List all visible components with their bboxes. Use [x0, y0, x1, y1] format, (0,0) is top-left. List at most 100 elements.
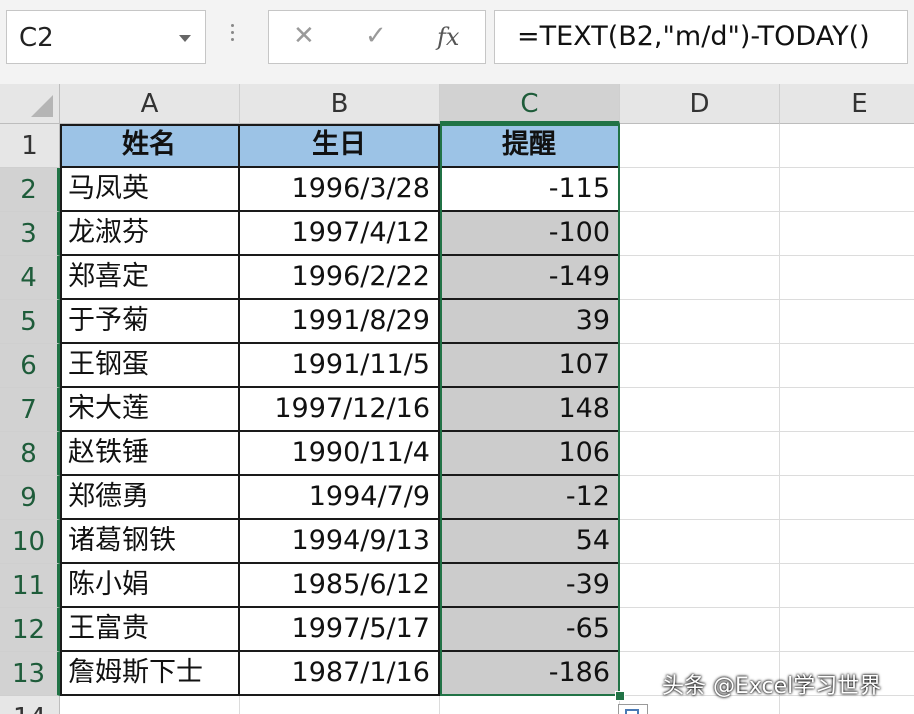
row-header-5[interactable]: 5 [0, 300, 60, 344]
quick-analysis-icon[interactable] [618, 704, 648, 714]
more-options-icon[interactable] [231, 24, 235, 45]
cell-d1[interactable] [620, 124, 780, 168]
row-header-13[interactable]: 13 [0, 652, 60, 696]
cell-e3[interactable] [780, 212, 914, 256]
cell-a8[interactable]: 赵铁锤 [60, 432, 240, 476]
cell-b5[interactable]: 1991/8/29 [240, 300, 440, 344]
cell-a11[interactable]: 陈小娟 [60, 564, 240, 608]
column-header-c[interactable]: C [440, 84, 620, 124]
select-all-button[interactable] [0, 84, 60, 124]
cell-d4[interactable] [620, 256, 780, 300]
cell-a13[interactable]: 詹姆斯下士 [60, 652, 240, 696]
cell-c9[interactable]: -12 [440, 476, 620, 520]
cell-b13[interactable]: 1987/1/16 [240, 652, 440, 696]
cell-c11[interactable]: -39 [440, 564, 620, 608]
row-header-12[interactable]: 12 [0, 608, 60, 652]
cell-e4[interactable] [780, 256, 914, 300]
cell-b2[interactable]: 1996/3/28 [240, 168, 440, 212]
cell-c3[interactable]: -100 [440, 212, 620, 256]
row-header-10[interactable]: 10 [0, 520, 60, 564]
cell-c14[interactable] [440, 696, 620, 714]
cell-e6[interactable] [780, 344, 914, 388]
cell-e10[interactable] [780, 520, 914, 564]
enter-icon[interactable]: ✓ [365, 21, 387, 51]
cell-b4[interactable]: 1996/2/22 [240, 256, 440, 300]
cell-b10[interactable]: 1994/9/13 [240, 520, 440, 564]
cell-d6[interactable] [620, 344, 780, 388]
spreadsheet-grid: ABCDE1234567891011121314姓名生日提醒马凤英1996/3/… [0, 84, 914, 714]
insert-function-icon[interactable]: fx [437, 23, 459, 51]
row-header-11[interactable]: 11 [0, 564, 60, 608]
cell-b8[interactable]: 1990/11/4 [240, 432, 440, 476]
name-box-value: C2 [19, 23, 54, 53]
row-header-14[interactable]: 14 [0, 696, 60, 714]
cell-a3[interactable]: 龙淑芬 [60, 212, 240, 256]
cell-b11[interactable]: 1985/6/12 [240, 564, 440, 608]
cell-d8[interactable] [620, 432, 780, 476]
row-header-9[interactable]: 9 [0, 476, 60, 520]
cell-d10[interactable] [620, 520, 780, 564]
cell-c5[interactable]: 39 [440, 300, 620, 344]
cell-c2[interactable]: -115 [440, 168, 620, 212]
fill-handle[interactable] [615, 691, 625, 701]
cell-b14[interactable] [240, 696, 440, 714]
cell-c7[interactable]: 148 [440, 388, 620, 432]
cell-e12[interactable] [780, 608, 914, 652]
chevron-down-icon[interactable] [179, 35, 191, 42]
row-header-1[interactable]: 1 [0, 124, 60, 168]
cell-d3[interactable] [620, 212, 780, 256]
column-header-d[interactable]: D [620, 84, 780, 124]
cell-b12[interactable]: 1997/5/17 [240, 608, 440, 652]
column-header-a[interactable]: A [60, 84, 240, 124]
cell-e1[interactable] [780, 124, 914, 168]
column-header-b[interactable]: B [240, 84, 440, 124]
cell-c8[interactable]: 106 [440, 432, 620, 476]
cell-a12[interactable]: 王富贵 [60, 608, 240, 652]
cell-a5[interactable]: 于予菊 [60, 300, 240, 344]
formula-text: =TEXT(B2,"m/d")-TODAY() [517, 21, 870, 52]
formula-buttons: ✕ ✓ fx [268, 10, 486, 64]
cell-b1[interactable]: 生日 [240, 124, 440, 168]
row-header-2[interactable]: 2 [0, 168, 60, 212]
cell-d11[interactable] [620, 564, 780, 608]
cell-c13[interactable]: -186 [440, 652, 620, 696]
cell-e2[interactable] [780, 168, 914, 212]
cell-b3[interactable]: 1997/4/12 [240, 212, 440, 256]
cell-d2[interactable] [620, 168, 780, 212]
cell-e8[interactable] [780, 432, 914, 476]
cell-a6[interactable]: 王钢蛋 [60, 344, 240, 388]
cell-b6[interactable]: 1991/11/5 [240, 344, 440, 388]
watermark: 头条 @Excel学习世界 [662, 674, 882, 699]
cell-b9[interactable]: 1994/7/9 [240, 476, 440, 520]
cell-a14[interactable] [60, 696, 240, 714]
row-header-6[interactable]: 6 [0, 344, 60, 388]
cell-a4[interactable]: 郑喜定 [60, 256, 240, 300]
cell-c10[interactable]: 54 [440, 520, 620, 564]
cell-e9[interactable] [780, 476, 914, 520]
cell-d9[interactable] [620, 476, 780, 520]
cell-a1[interactable]: 姓名 [60, 124, 240, 168]
formula-input[interactable]: =TEXT(B2,"m/d")-TODAY() [494, 10, 908, 64]
cell-b7[interactable]: 1997/12/16 [240, 388, 440, 432]
cell-a10[interactable]: 诸葛钢铁 [60, 520, 240, 564]
cell-c4[interactable]: -149 [440, 256, 620, 300]
cell-d7[interactable] [620, 388, 780, 432]
cell-e11[interactable] [780, 564, 914, 608]
cell-c6[interactable]: 107 [440, 344, 620, 388]
name-box[interactable]: C2 [6, 10, 206, 64]
row-header-4[interactable]: 4 [0, 256, 60, 300]
cell-a7[interactable]: 宋大莲 [60, 388, 240, 432]
cancel-icon[interactable]: ✕ [293, 21, 315, 51]
cell-c1[interactable]: 提醒 [440, 124, 620, 168]
row-header-3[interactable]: 3 [0, 212, 60, 256]
cell-a2[interactable]: 马凤英 [60, 168, 240, 212]
cell-a9[interactable]: 郑德勇 [60, 476, 240, 520]
row-header-7[interactable]: 7 [0, 388, 60, 432]
column-header-e[interactable]: E [780, 84, 914, 124]
cell-d12[interactable] [620, 608, 780, 652]
row-header-8[interactable]: 8 [0, 432, 60, 476]
cell-d5[interactable] [620, 300, 780, 344]
cell-e7[interactable] [780, 388, 914, 432]
cell-c12[interactable]: -65 [440, 608, 620, 652]
cell-e5[interactable] [780, 300, 914, 344]
